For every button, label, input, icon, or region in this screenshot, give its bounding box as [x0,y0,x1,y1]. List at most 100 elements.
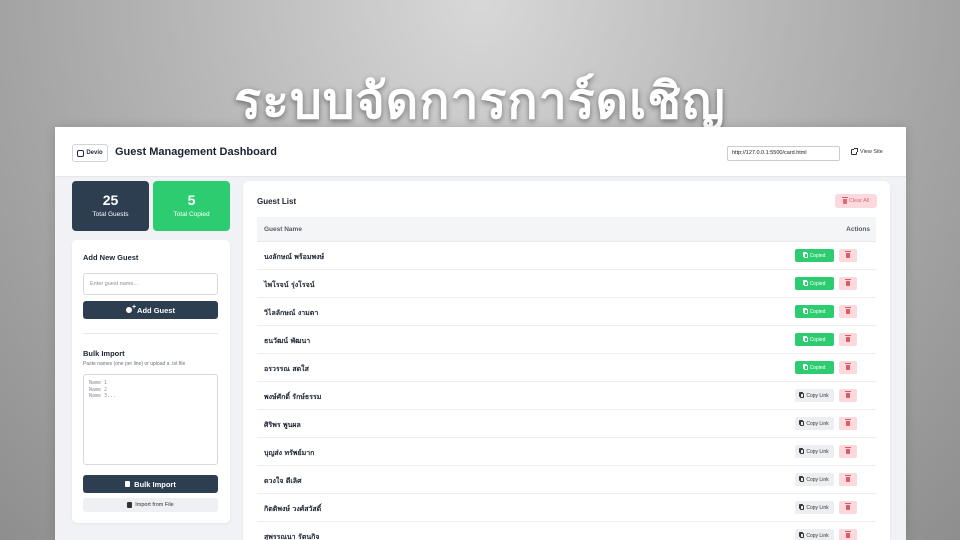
logo-text: Devio [86,150,103,156]
clear-all-button[interactable]: Clear All [835,194,877,208]
guest-name: ธนวัฒน์ พัฒนา [264,337,311,345]
bulk-import-heading: Bulk Import [83,349,125,358]
table-row: พงษ์ศักดิ์ รักษ์ธรรม Copy Link [257,382,876,410]
bulk-import-button[interactable]: Bulk Import [83,475,218,493]
copy-link-button[interactable]: Copy Link [795,473,834,486]
delete-button[interactable] [839,417,857,430]
guest-name-input[interactable] [83,273,218,295]
delete-button[interactable] [839,305,857,318]
bulk-names-textarea[interactable] [83,374,218,465]
guest-name: นงลักษณ์ พร้อมพงษ์ [264,253,325,261]
copy-icon [800,505,805,510]
trash-icon [845,335,851,342]
delete-button[interactable] [839,361,857,374]
page-title: Guest Management Dashboard [115,146,277,158]
copy-icon [803,281,808,286]
bulk-import-label: Bulk Import [134,479,176,489]
trash-icon [845,363,851,370]
add-guest-button[interactable]: Add Guest [83,301,218,319]
guest-name: ศิริพร พูนผล [264,421,301,429]
guest-name: บุญส่ง ทรัพย์มาก [264,449,315,457]
total-copied-card: 5 Total Copied [153,181,230,231]
copy-link-button[interactable]: Copy Link [795,501,834,514]
guest-list-title: Guest List [257,197,297,206]
copied-button[interactable]: Copied [795,305,834,318]
file-import-icon [125,481,131,487]
copied-label: Copied [809,336,826,343]
trash-icon [845,391,851,398]
delete-button[interactable] [839,529,857,540]
table-header: Guest Name Actions [257,217,876,242]
delete-button[interactable] [839,445,857,458]
table-row: นงลักษณ์ พร้อมพงษ์ Copied [257,242,876,270]
trash-icon [845,503,851,510]
copy-link-label: Copy Link [806,448,829,455]
trash-icon [845,475,851,482]
external-link-icon [851,148,858,155]
copy-link-button[interactable]: Copy Link [795,445,834,458]
copy-icon [800,477,805,482]
guest-name: พงษ์ศักดิ์ รักษ์ธรรม [264,393,322,401]
delete-button[interactable] [839,249,857,262]
trash-icon [845,419,851,426]
table-row: สุพรรณนา รัตนกิจ Copy Link [257,522,876,540]
copied-button[interactable]: Copied [795,361,834,374]
add-guest-label: Add Guest [137,305,175,315]
guest-name: อรวรรณ สดใส [264,365,309,373]
table-row: วิไลลักษณ์ งามตา Copied [257,298,876,326]
col-actions: Actions [846,226,870,233]
copy-link-button[interactable]: Copy Link [795,529,834,540]
top-bar: Devio Guest Management Dashboard http://… [55,127,906,177]
import-from-file-label: Import from File [135,502,174,508]
delete-button[interactable] [839,277,857,290]
copy-icon [803,253,808,258]
copy-link-label: Copy Link [806,476,829,483]
delete-button[interactable] [839,389,857,402]
delete-button[interactable] [839,473,857,486]
copy-icon [800,533,805,538]
trash-icon [845,251,851,258]
copy-icon [803,309,808,314]
copied-label: Copied [809,252,826,259]
copy-icon [803,365,808,370]
copy-icon [803,337,808,342]
copied-button[interactable]: Copied [795,249,834,262]
copy-link-label: Copy Link [806,504,829,511]
table-row: อรวรรณ สดใส Copied [257,354,876,382]
total-guests-card: 25 Total Guests [72,181,149,231]
delete-button[interactable] [839,501,857,514]
copied-label: Copied [809,364,826,371]
copy-link-button[interactable]: Copy Link [795,417,834,430]
trash-icon [845,307,851,314]
guest-table-body: นงลักษณ์ พร้อมพงษ์ Copied ไพโรจน์ รุ่งโรจน… [257,242,876,540]
total-guests-value: 25 [102,192,119,208]
view-site-link[interactable]: View Site [851,148,883,155]
delete-button[interactable] [839,333,857,346]
clear-all-label: Clear All [848,198,870,204]
total-copied-label: Total Copied [173,211,210,218]
guest-name: กิตติพงษ์ วงศ์สวัสดิ์ [264,505,322,513]
col-guest-name: Guest Name [264,226,302,233]
copied-button[interactable]: Copied [795,277,834,290]
bulk-import-hint: Paste names (one per line) or upload a .… [83,361,186,367]
copied-button[interactable]: Copied [795,333,834,346]
table-row: ไพโรจน์ รุ่งโรจน์ Copied [257,270,876,298]
trash-icon [841,196,848,204]
logo[interactable]: Devio [72,144,108,162]
copy-link-button[interactable]: Copy Link [795,389,834,402]
table-row: บุญส่ง ทรัพย์มาก Copy Link [257,438,876,466]
copy-icon [800,421,805,426]
import-from-file-button[interactable]: Import from File [83,498,218,512]
trash-icon [845,447,851,454]
guest-input-panel: Add New Guest Add Guest Bulk Import Past… [72,240,230,523]
url-field[interactable]: http://127.0.0.1:5500/card.html [727,146,840,161]
table-row: ศิริพร พูนผล Copy Link [257,410,876,438]
trash-icon [845,279,851,286]
table-row: กิตติพงษ์ วงศ์สวัสดิ์ Copy Link [257,494,876,522]
app-window: Devio Guest Management Dashboard http://… [55,127,906,540]
logo-icon [77,149,85,157]
guest-name: ไพโรจน์ รุ่งโรจน์ [264,281,315,289]
table-row: ดวงใจ ดีเลิศ Copy Link [257,466,876,494]
copy-link-label: Copy Link [806,420,829,427]
copy-icon [800,393,805,398]
